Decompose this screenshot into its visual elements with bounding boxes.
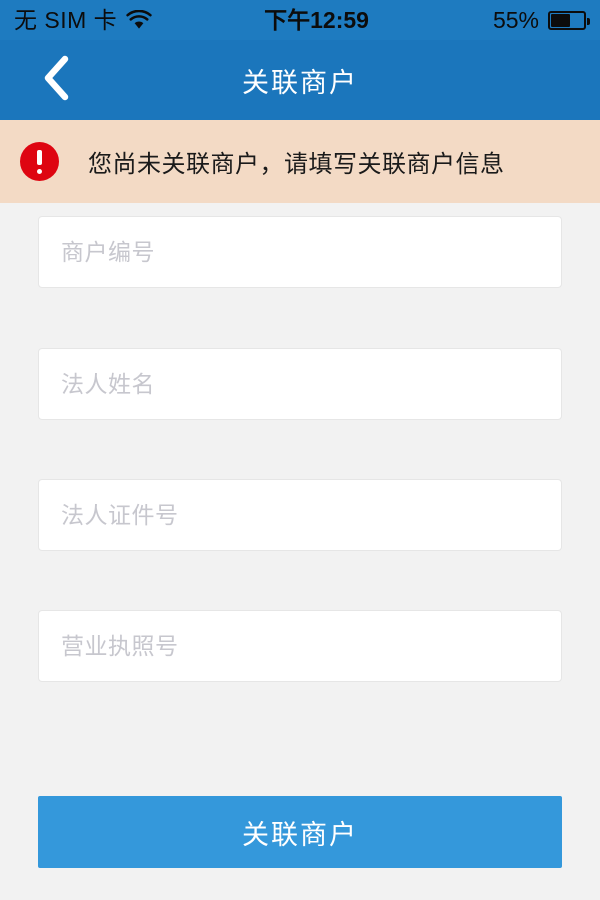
merchant-link-form: 关联商户 <box>0 203 600 900</box>
page-title: 关联商户 <box>242 67 358 98</box>
battery-icon <box>548 10 590 30</box>
status-bar-right: 55% <box>492 6 590 33</box>
business-license-number-field[interactable] <box>38 610 562 682</box>
error-exclamation-icon <box>20 142 59 181</box>
legal-person-id-number-input[interactable] <box>39 480 561 550</box>
merchant-number-field[interactable] <box>38 216 562 288</box>
link-merchant-submit-button[interactable]: 关联商户 <box>38 796 562 868</box>
carrier-label: 无 SIM 卡 <box>14 6 118 33</box>
legal-person-name-input[interactable] <box>39 349 561 419</box>
status-bar-left: 无 SIM 卡 <box>14 6 152 33</box>
exclamation-mark <box>37 149 42 174</box>
alert-message: 您尚未关联商户，请填写关联商户信息 <box>88 151 505 178</box>
battery-fill <box>551 13 570 27</box>
legal-person-id-number-field[interactable] <box>38 479 562 551</box>
alert-banner: 您尚未关联商户，请填写关联商户信息 <box>0 120 600 203</box>
battery-percent-label: 55% <box>492 6 539 33</box>
navigation-bar: 关联商户 <box>0 40 600 120</box>
legal-person-name-field[interactable] <box>38 348 562 420</box>
app-screen: 无 SIM 卡 下午12:59 55% 关联商户 您尚未关联商户，请填写关联商户… <box>0 0 600 900</box>
business-license-number-input[interactable] <box>39 611 561 681</box>
status-bar: 无 SIM 卡 下午12:59 55% <box>0 0 600 40</box>
merchant-number-input[interactable] <box>39 217 561 287</box>
status-bar-clock: 下午12:59 <box>264 6 369 33</box>
